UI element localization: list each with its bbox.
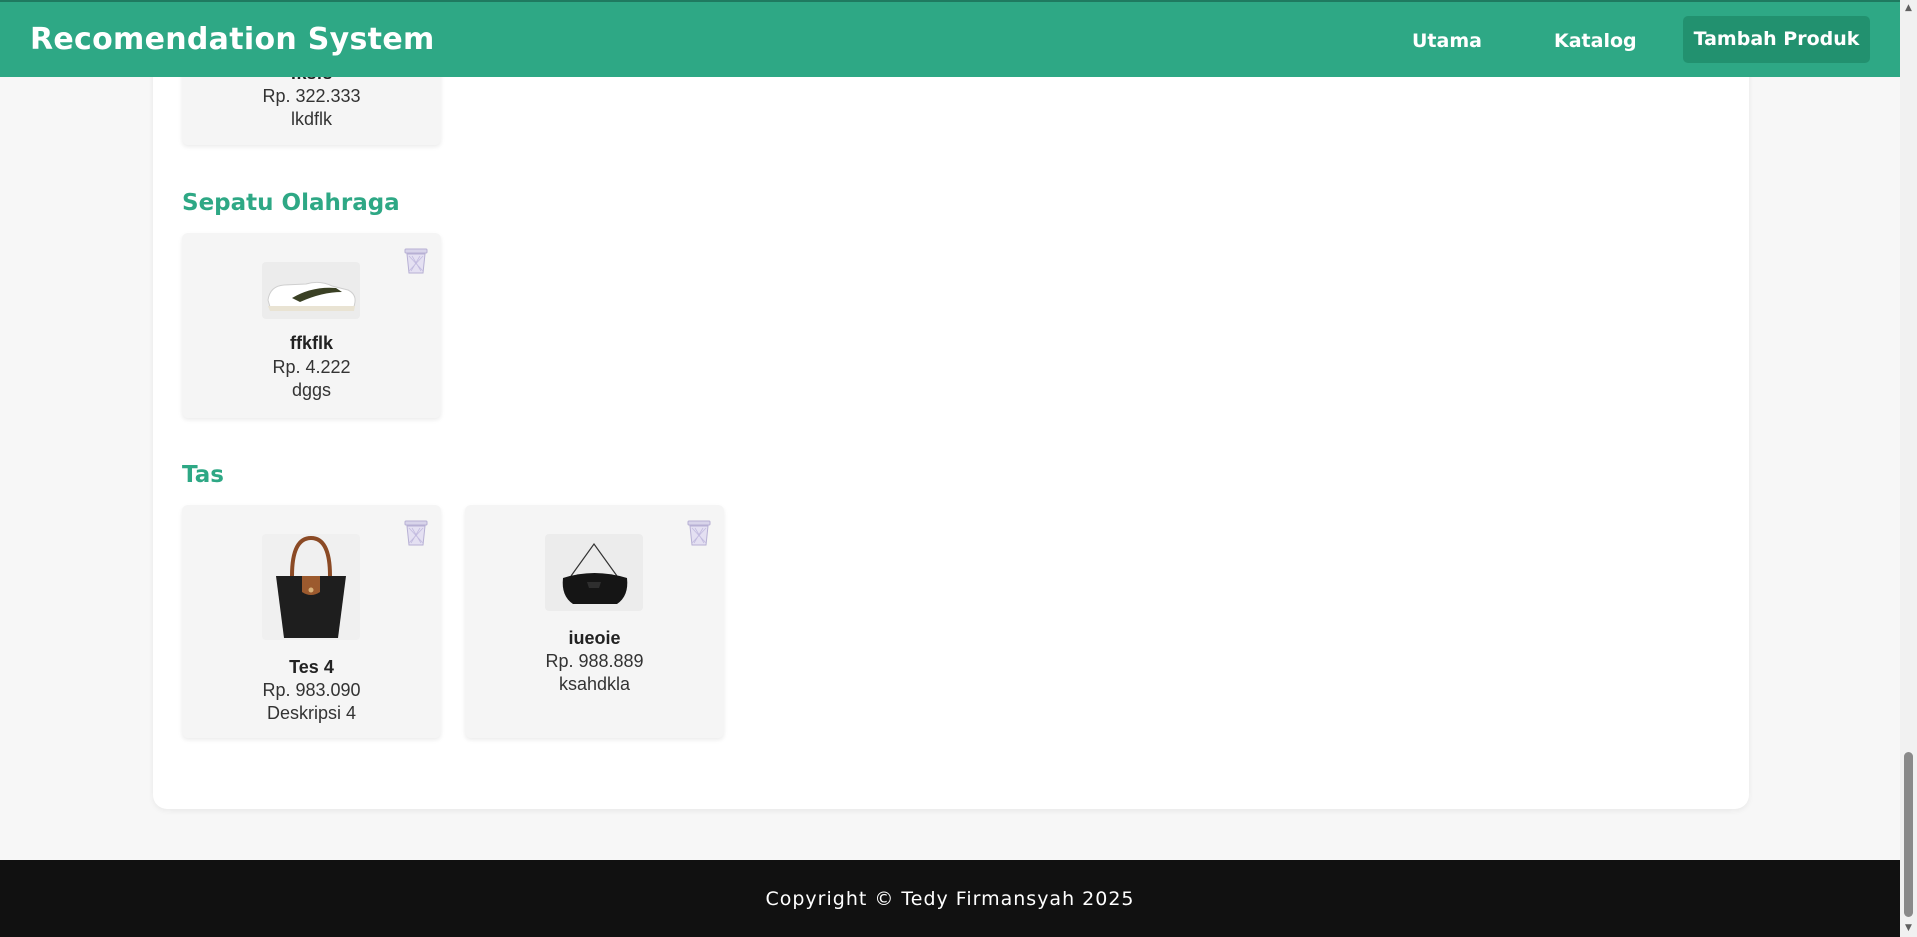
brand-title[interactable]: Recomendation System: [30, 22, 435, 57]
product-price: Rp. 4.222: [272, 357, 351, 377]
scroll-up-arrow-icon[interactable]: ▲: [1900, 0, 1917, 17]
product-description: Deskripsi 4: [266, 703, 357, 723]
scroll-down-arrow-icon[interactable]: ▼: [1900, 920, 1917, 937]
tote-bag-image: [276, 535, 346, 638]
product-description: dggs: [291, 380, 332, 400]
product-price: Rp. 988.889: [545, 651, 644, 671]
product-description: lkdflk: [290, 109, 332, 129]
product-name: iueoie: [568, 628, 621, 648]
category-title-tas: Tas: [182, 462, 224, 488]
page: fksfs Rp. 322.333 lkdflk Sepatu Olahraga…: [0, 0, 1917, 937]
nav-link-katalog[interactable]: Katalog: [1554, 30, 1637, 52]
sneaker-image: [267, 281, 356, 311]
copyright-text: Copyright © Tedy Firmansyah 2025: [765, 888, 1135, 910]
product-name: ffkflk: [289, 333, 333, 353]
category-title-sepatu: Sepatu Olahraga: [182, 190, 400, 216]
trash-icon[interactable]: [686, 519, 712, 547]
add-product-button[interactable]: Tambah Produk: [1683, 16, 1870, 63]
shoulder-bag-image: [562, 542, 628, 604]
product-card[interactable]: ffkflk Rp. 4.222 dggs: [182, 233, 441, 418]
product-image: [262, 534, 360, 640]
scrollbar-thumb[interactable]: [1904, 752, 1913, 917]
product-description: ksahdkla: [558, 674, 631, 694]
product-price: Rp. 322.333: [262, 86, 361, 106]
product-image: [545, 534, 643, 611]
product-card[interactable]: iueoie Rp. 988.889 ksahdkla: [465, 505, 724, 738]
vertical-scrollbar[interactable]: ▲ ▼: [1900, 0, 1917, 937]
product-image: [262, 262, 360, 319]
product-card[interactable]: Tes 4 Rp. 983.090 Deskripsi 4: [182, 505, 441, 738]
navbar: Recomendation System Utama Katalog Tamba…: [0, 0, 1900, 77]
trash-icon[interactable]: [403, 519, 429, 547]
product-price: Rp. 983.090: [262, 680, 361, 700]
trash-icon[interactable]: [403, 247, 429, 275]
nav-link-utama[interactable]: Utama: [1412, 30, 1482, 52]
product-name: Tes 4: [289, 657, 334, 677]
footer: Copyright © Tedy Firmansyah 2025: [0, 860, 1900, 937]
